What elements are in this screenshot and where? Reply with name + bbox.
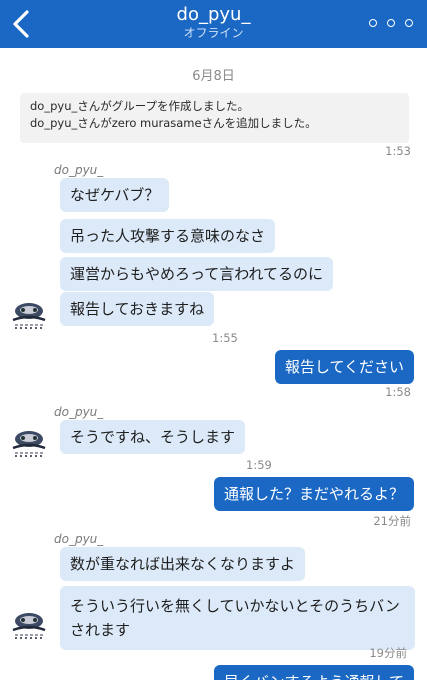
avatar[interactable]	[11, 300, 47, 330]
date-separator: 6月8日	[192, 69, 235, 84]
incoming-message[interactable]: そういう行いを無くしていかないとそのうちバンされます	[60, 586, 415, 650]
incoming-message[interactable]: 数が重なれば出来なくなりますよ	[60, 547, 306, 581]
incoming-message[interactable]: 吊った人攻撃する意味のなさ	[60, 219, 276, 253]
outgoing-message[interactable]: 通報した？まだやれるよ？	[213, 477, 414, 511]
message-list[interactable]: 6月8日 do_pyu_さんがグループを作成しました。 do_pyu_さんがze…	[0, 48, 427, 680]
incoming-message[interactable]: 報告しておきますね	[60, 292, 215, 326]
sender-name: do_pyu_	[54, 532, 104, 546]
system-notice: do_pyu_さんがグループを作成しました。 do_pyu_さんがzero mu…	[20, 93, 409, 143]
message-time: 21分前	[373, 514, 411, 528]
more-icon	[405, 19, 413, 27]
more-icon	[387, 19, 395, 27]
more-icon	[369, 19, 377, 27]
system-message: do_pyu_さんがzero murasameさんを追加しました。	[30, 116, 317, 130]
incoming-message[interactable]: そうですね、そうします	[60, 420, 246, 454]
avatar[interactable]	[11, 428, 47, 458]
outgoing-message[interactable]: 早くバンするよう通報して	[213, 665, 414, 680]
sender-name: do_pyu_	[54, 405, 104, 419]
message-time: 1:58	[385, 385, 411, 399]
outgoing-message[interactable]: 報告してください	[274, 350, 414, 384]
incoming-message[interactable]: 運営からもやめろって言われてるのに	[60, 257, 334, 291]
sender-name: do_pyu_	[54, 163, 104, 177]
chat-title: do_pyu_	[176, 4, 251, 25]
message-time: 1:55	[212, 331, 238, 345]
top-bar: do_pyu_ オフライン	[0, 0, 427, 48]
avatar[interactable]	[11, 610, 47, 640]
message-time: 1:53	[385, 144, 411, 158]
system-message: do_pyu_さんがグループを作成しました。	[30, 99, 250, 113]
more-button[interactable]	[369, 14, 413, 32]
message-time: 19分前	[369, 646, 407, 660]
incoming-message[interactable]: なぜケバブ？	[60, 178, 170, 212]
message-time: 1:59	[246, 458, 272, 472]
online-status: オフライン	[183, 26, 244, 40]
chat-screen: do_pyu_ オフライン 6月8日 do_pyu_さんがグループを作成しました…	[0, 0, 427, 680]
